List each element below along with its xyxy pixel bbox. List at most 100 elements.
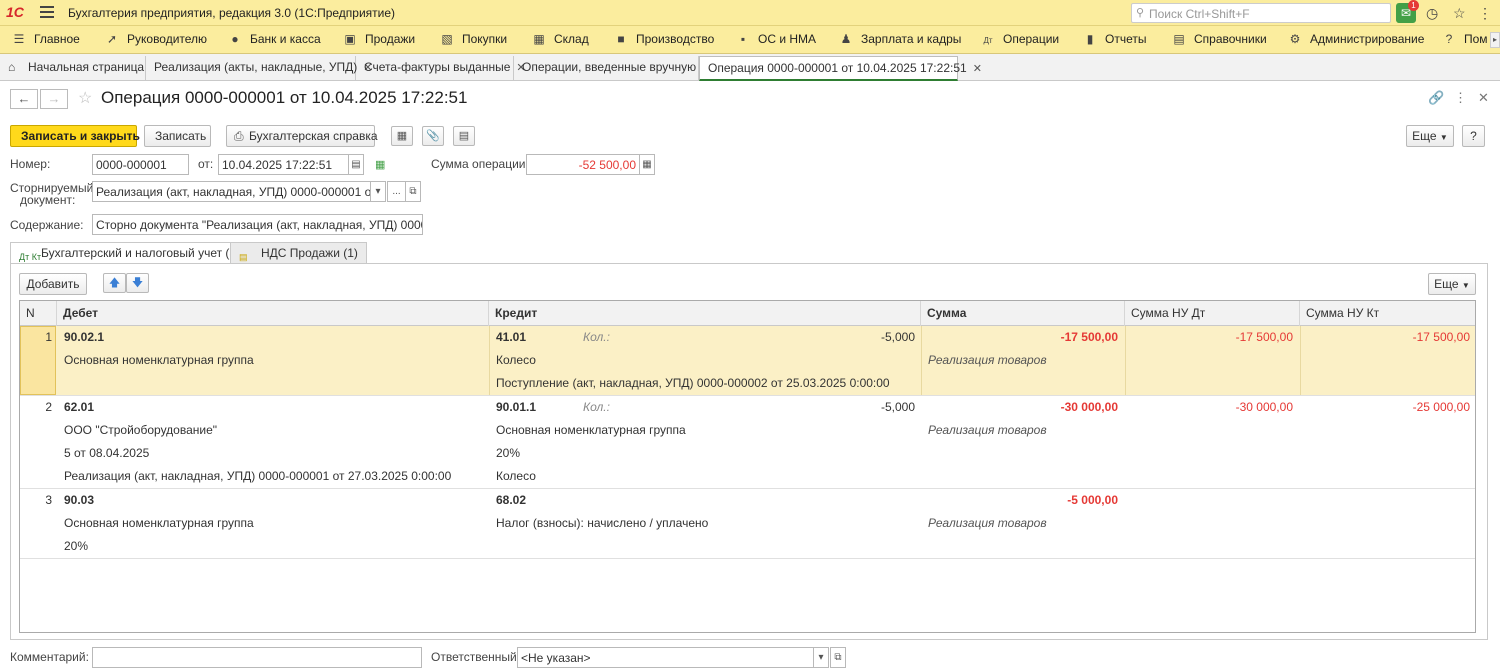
calendar-icon[interactable]: ▤ <box>348 154 364 175</box>
sum-field[interactable]: -52 500,00 <box>526 154 640 175</box>
menu-directories[interactable]: ▤ Справочники <box>1172 26 1266 54</box>
number-field[interactable]: 0000-000001 <box>92 154 189 175</box>
menu-production[interactable]: ■ Производство <box>614 26 714 54</box>
favorite-star-icon[interactable]: ☆ <box>78 88 92 108</box>
truck-icon: ▪ <box>740 32 746 46</box>
attachment-icon[interactable]: 📎 <box>422 126 444 146</box>
col-sum[interactable]: Сумма <box>921 301 1125 326</box>
main-menu-icon[interactable] <box>40 6 54 18</box>
history-icon[interactable]: ◷ <box>1426 5 1438 22</box>
open-link-icon[interactable]: ⧉ <box>830 647 846 668</box>
calculator-icon[interactable]: ▦ <box>639 154 655 175</box>
col-nu-dt[interactable]: Сумма НУ Дт <box>1125 301 1300 326</box>
credit-subconto: Поступление (акт, накладная, УПД) 0000-0… <box>496 376 890 390</box>
save-and-close-button[interactable]: Записать и закрыть <box>10 125 140 147</box>
menu-scroll-right-icon[interactable]: ▸ <box>1490 32 1500 48</box>
favorites-star-icon[interactable]: ☆ <box>1453 5 1466 22</box>
menu-salary[interactable]: ♟ Зарплата и кадры <box>839 26 962 54</box>
tab-current-operation[interactable]: Операция 0000-000001 от 10.04.2025 17:22… <box>699 56 982 81</box>
menu-help[interactable]: ? Пом <box>1442 26 1488 54</box>
menu-purchases[interactable]: ▧ Покупки <box>440 26 507 54</box>
menu-warehouse[interactable]: ▦ Склад <box>532 26 588 54</box>
menu-bank[interactable]: ● Банк и касса <box>228 26 320 54</box>
tab-sales-docs[interactable]: Реализация (акты, накладные, УПД) ✕ <box>146 56 373 81</box>
col-nu-kt[interactable]: Сумма НУ Кт <box>1300 301 1475 326</box>
move-up-icon[interactable]: 🡅 <box>103 273 126 293</box>
quantity-label: Кол.: <box>583 400 610 414</box>
more-actions-icon[interactable]: ⋮ <box>1454 90 1467 106</box>
tab-vat-sales[interactable]: ▤ НДС Продажи (1) <box>230 242 367 264</box>
app-title: Бухгалтерия предприятия, редакция 3.0 (1… <box>68 6 396 20</box>
table-row[interactable]: 2 62.01 ООО "Стройоборудование" 5 от 08.… <box>20 396 1475 489</box>
move-down-icon[interactable]: 🡇 <box>126 273 149 293</box>
select-ellipsis-button[interactable]: ... <box>387 181 406 202</box>
dropdown-icon[interactable]: ▾ <box>370 181 386 202</box>
save-button[interactable]: Записать <box>144 125 211 147</box>
storno-document-field[interactable]: Реализация (акт, накладная, УПД) 0000-00… <box>92 181 371 202</box>
global-search-input[interactable]: ⚲ Поиск Ctrl+Shift+F <box>1131 3 1391 23</box>
link-icon[interactable]: 🔗 <box>1428 90 1444 106</box>
storno-label-2: документ: <box>20 193 76 207</box>
credit-account: 90.01.1 <box>496 400 537 414</box>
tab-home[interactable]: ⌂ Начальная страница <box>0 56 146 81</box>
structure-icon[interactable]: ▦ <box>391 126 413 146</box>
menu-admin[interactable]: ⚙ Администрирование <box>1288 26 1425 54</box>
menu-label: Покупки <box>462 32 508 46</box>
menu-assets[interactable]: ▪ ОС и НМА <box>736 26 816 54</box>
tab-label: Операции, введенные вручную <box>522 60 697 74</box>
menu-reports[interactable]: ▮ Отчеты <box>1083 26 1147 54</box>
menu-label: Операции <box>1003 32 1060 46</box>
row-number: 2 <box>45 400 52 414</box>
tab-label: Счета-фактуры выданные <box>364 60 511 74</box>
forward-button[interactable]: → <box>40 89 68 109</box>
col-n[interactable]: N <box>20 301 57 326</box>
notifications-bell-icon[interactable]: ✉ 1 <box>1396 0 1419 23</box>
add-row-button[interactable]: Добавить <box>19 273 87 295</box>
person-icon: ♟ <box>840 32 852 46</box>
menu-sales[interactable]: ▣ Продажи <box>343 26 415 54</box>
col-debit[interactable]: Дебет <box>57 301 489 326</box>
gear-icon: ⚙ <box>1289 32 1301 46</box>
menu-operations[interactable]: Дт Операции <box>981 26 1059 54</box>
divider <box>1300 326 1301 395</box>
open-link-icon[interactable]: ⧉ <box>405 181 421 202</box>
table-row[interactable]: 1 90.02.1 Основная номенклатурная группа… <box>20 326 1475 396</box>
close-form-icon[interactable]: ✕ <box>1478 90 1489 106</box>
comment-field[interactable] <box>92 647 422 668</box>
row-number: 1 <box>45 330 52 344</box>
check-green-icon[interactable]: ▦ <box>375 158 385 171</box>
entries-table[interactable]: N Дебет Кредит Сумма Сумма НУ Дт Сумма Н… <box>19 300 1476 633</box>
menu-label: Администрирование <box>1310 32 1425 46</box>
menu-main[interactable]: ☰ Главное <box>12 26 80 54</box>
accounting-report-button[interactable]: ⎙ Бухгалтерская справка <box>226 125 378 147</box>
debit-subconto: ООО "Стройоборудование" <box>64 423 218 437</box>
user-menu-icon[interactable]: ⋮ <box>1478 5 1492 22</box>
content-field[interactable]: Сторно документа "Реализация (акт, накла… <box>92 214 423 235</box>
entry-content: Реализация товаров <box>928 423 1047 437</box>
quantity-value: -5,000 <box>880 400 915 414</box>
dropdown-icon[interactable]: ▾ <box>813 647 829 668</box>
tab-manual-operations[interactable]: Операции, введенные вручную✕ <box>514 56 711 81</box>
close-icon[interactable]: ✕ <box>973 63 982 75</box>
credit-subconto: Налог (взносы): начислено / уплачено <box>496 516 709 530</box>
responsible-field[interactable]: <Не указан> <box>517 647 814 668</box>
nu-kt-value: -17 500,00 <box>1412 330 1470 344</box>
document-icon[interactable]: ▤ <box>453 126 475 146</box>
menu-director[interactable]: ➚ Руководителю <box>105 26 207 54</box>
col-credit[interactable]: Кредит <box>489 301 921 326</box>
date-field[interactable]: 10.04.2025 17:22:51 <box>218 154 349 175</box>
more-label: Еще <box>1434 277 1459 291</box>
tab-accounting[interactable]: Дт Кт Бухгалтерский и налоговый учет (3) <box>10 242 250 264</box>
app-logo: 1С <box>6 4 24 20</box>
tab-label: Бухгалтерский и налоговый учет (3) <box>41 246 241 260</box>
menu-label: Зарплата и кадры <box>861 32 962 46</box>
more-button[interactable]: Еще ▼ <box>1406 125 1454 147</box>
home-icon: ⌂ <box>8 60 16 74</box>
help-button[interactable]: ? <box>1462 125 1485 147</box>
tab-invoices[interactable]: Счета-фактуры выданные ✕ <box>356 56 526 81</box>
back-button[interactable]: ← <box>10 89 38 109</box>
title-bar: 1С Бухгалтерия предприятия, редакция 3.0… <box>0 0 1500 26</box>
debit-account: 90.03 <box>64 493 95 507</box>
table-more-button[interactable]: Еще ▼ <box>1428 273 1476 295</box>
table-row[interactable]: 3 90.03 Основная номенклатурная группа 2… <box>20 489 1475 559</box>
